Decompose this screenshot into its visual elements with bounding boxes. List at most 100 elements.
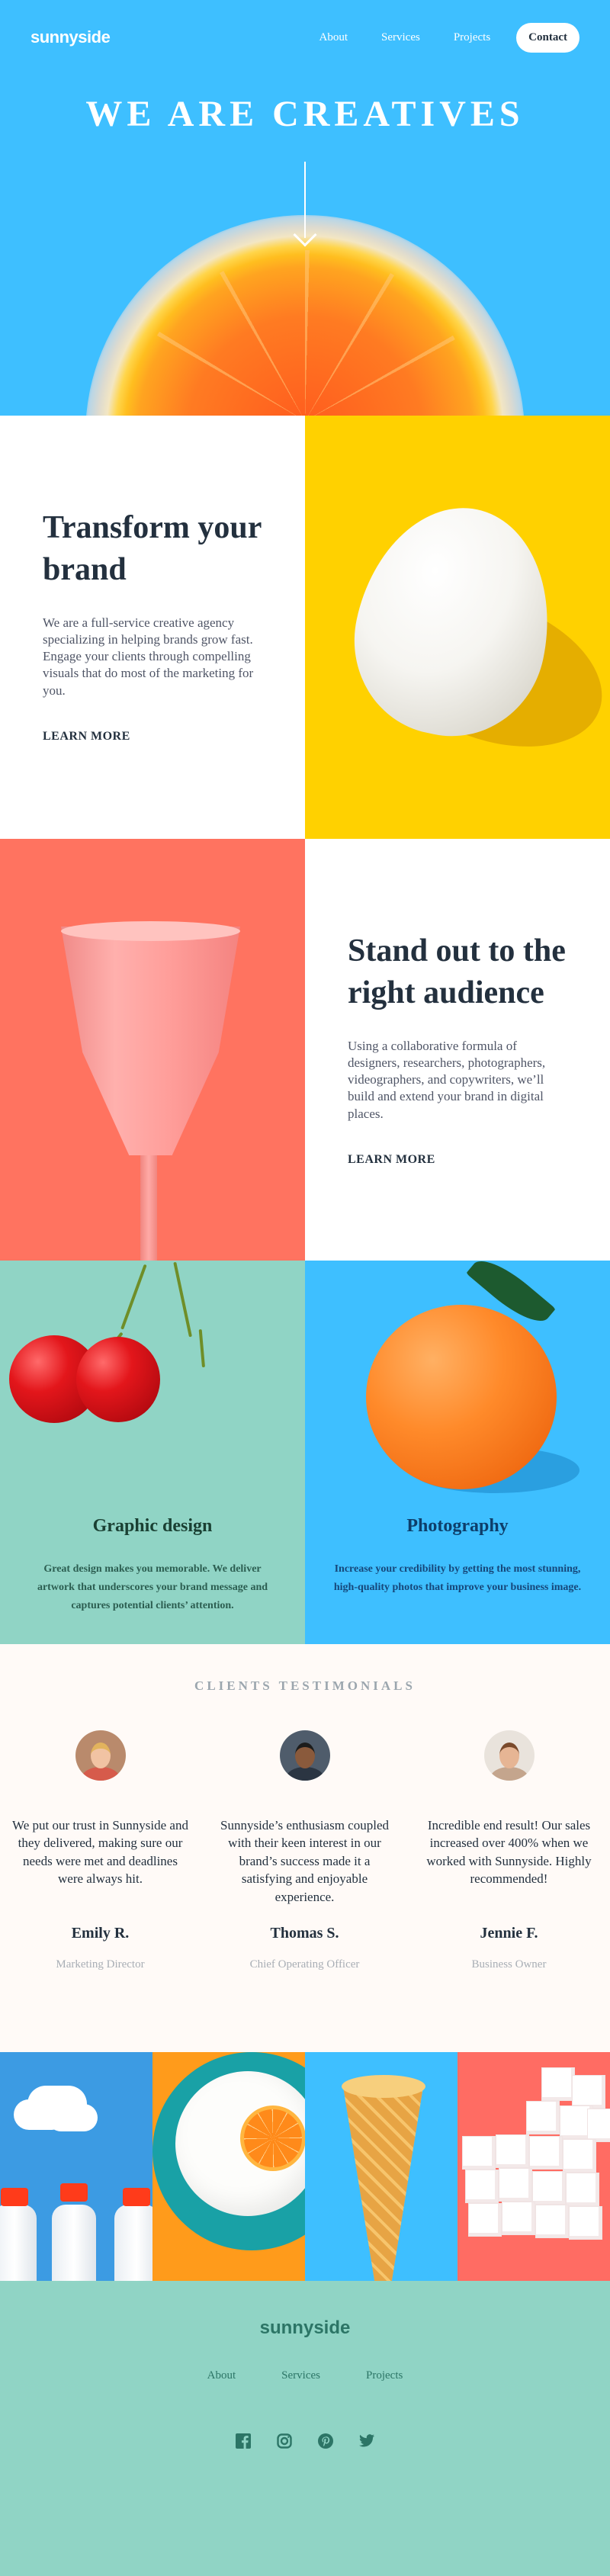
avatar (279, 1730, 330, 1781)
egg-image (305, 416, 610, 839)
feature-body: We are a full-service creative agency sp… (43, 615, 254, 698)
nav-link-projects[interactable]: Projects (454, 31, 490, 44)
contact-button[interactable]: Contact (516, 22, 580, 53)
avatar (483, 1730, 535, 1781)
testimonial-role: Marketing Director (56, 1958, 145, 1971)
hero-section: sunnyside About Services Projects Contac… (0, 0, 610, 416)
cherry-stem (173, 1261, 192, 1338)
milk-bottle (114, 2205, 152, 2281)
twitter-icon[interactable] (358, 2432, 376, 2450)
sugar-cube (462, 2136, 496, 2170)
glass-image (0, 839, 305, 1261)
sugar-cube (569, 2206, 602, 2240)
testimonial-name: Thomas S. (270, 1925, 339, 1942)
testimonial-quote: Incredible end result! Our sales increas… (426, 1818, 592, 1887)
nav-link-services[interactable]: Services (381, 31, 420, 44)
sugar-cube (526, 2101, 560, 2134)
sugar-cube (529, 2136, 563, 2170)
glass-rim (61, 921, 240, 941)
testimonial-role: Business Owner (471, 1958, 547, 1971)
service-photography: Photography Increase your credibility by… (305, 1261, 610, 1644)
sugar-cube (566, 2173, 599, 2206)
nav-link-about[interactable]: About (319, 31, 348, 44)
gallery-milk-bottles (0, 2052, 152, 2281)
social-links (0, 2432, 610, 2450)
feature-row-audience: Stand out to the right audience Using a … (0, 839, 610, 1261)
avatar-face (294, 1742, 315, 1768)
pinterest-icon[interactable] (316, 2432, 335, 2450)
services-section: Graphic design Great design makes you me… (0, 1261, 610, 1644)
testimonials-section: CLIENTS TESTIMONIALS We put our trust in… (0, 1644, 610, 2052)
sugar-cube (502, 2202, 535, 2235)
glass-bowl (61, 927, 240, 1155)
service-body: Increase your credibility by getting the… (333, 1563, 582, 1593)
service-body: Great design makes you memorable. We del… (37, 1563, 268, 1611)
learn-more-link[interactable]: LEARN MORE (40, 729, 133, 746)
learn-more-label: LEARN MORE (348, 1152, 435, 1166)
testimonial-role: Chief Operating Officer (249, 1958, 360, 1971)
gallery-section (0, 2052, 610, 2281)
footer-logo[interactable]: sunnyside (0, 2317, 610, 2339)
sugar-cube (541, 2067, 575, 2101)
footer-link-services[interactable]: Services (281, 2369, 320, 2382)
sugar-cube (499, 2168, 532, 2202)
gallery-orange-plate (152, 2052, 305, 2281)
learn-more-label: LEARN MORE (43, 729, 130, 743)
milk-bottle (52, 2205, 96, 2281)
avatar-face (90, 1742, 111, 1768)
feature-title: Transform your brand (43, 510, 262, 587)
hero-title: WE ARE CREATIVES (85, 94, 525, 134)
sugar-cube (496, 2134, 529, 2168)
gallery-ice-cream-cone (305, 2052, 458, 2281)
testimonial-card: Incredible end result! Our sales increas… (420, 1730, 598, 1888)
sugar-cube (532, 2171, 566, 2205)
avatar-body (285, 1767, 324, 1781)
sugar-cube (563, 2139, 596, 2173)
glass-stem (140, 1151, 157, 1261)
gallery-sugar-cubes (458, 2052, 610, 2281)
sugar-cube (465, 2170, 499, 2203)
avatar-face (499, 1742, 519, 1768)
sugar-cube (535, 2205, 569, 2238)
facebook-icon[interactable] (234, 2432, 252, 2450)
feature-row-brand: Transform your brand We are a full-servi… (0, 416, 610, 839)
avatar (75, 1730, 126, 1781)
nav-links: About Services Projects Contact (286, 22, 580, 53)
cherry-stem (198, 1329, 205, 1368)
testimonial-quote: Sunnyside’s enthusiasm coupled with thei… (220, 1818, 389, 1904)
footer-links: About Services Projects (0, 2369, 610, 2382)
cloud-shape (14, 2099, 67, 2130)
testimonial-card: Sunnyside’s enthusiasm coupled with thei… (216, 1730, 393, 1906)
top-nav: sunnyside About Services Projects Contac… (30, 21, 580, 53)
testimonial-card: We put our trust in Sunnyside and they d… (11, 1730, 189, 1888)
feature-text-audience: Stand out to the right audience Using a … (305, 839, 610, 1261)
sugar-cube (572, 2075, 605, 2109)
instagram-icon[interactable] (275, 2432, 294, 2450)
feature-text-brand: Transform your brand We are a full-servi… (0, 416, 305, 839)
service-title: Graphic design (92, 1516, 213, 1536)
avatar-body (81, 1767, 120, 1781)
orange-slice (240, 2105, 305, 2171)
testimonials-heading: CLIENTS TESTIMONIALS (194, 1678, 416, 1693)
cone-top (342, 2075, 425, 2098)
site-logo[interactable]: sunnyside (30, 27, 111, 47)
bottle-cap (123, 2188, 150, 2206)
footer-link-projects[interactable]: Projects (366, 2369, 403, 2382)
cherry-right (76, 1337, 160, 1422)
footer-link-about[interactable]: About (207, 2369, 236, 2382)
bottle-cap (1, 2188, 28, 2206)
feature-body: Using a collaborative formula of designe… (348, 1039, 546, 1121)
service-title: Photography (406, 1516, 509, 1536)
cherry-stem (120, 1264, 147, 1330)
testimonial-name: Jennie F. (480, 1925, 538, 1942)
testimonial-quote: We put our trust in Sunnyside and they d… (12, 1818, 188, 1887)
service-graphic-design: Graphic design Great design makes you me… (0, 1261, 305, 1644)
feature-title: Stand out to the right audience (348, 933, 566, 1010)
bottle-cap (60, 2183, 88, 2202)
orange-image (366, 1305, 557, 1489)
cone-shape (343, 2086, 423, 2281)
learn-more-link[interactable]: LEARN MORE (345, 1152, 438, 1169)
avatar-body (490, 1767, 528, 1781)
sugar-cube (468, 2203, 502, 2237)
site-footer: sunnyside About Services Projects (0, 2281, 610, 2576)
